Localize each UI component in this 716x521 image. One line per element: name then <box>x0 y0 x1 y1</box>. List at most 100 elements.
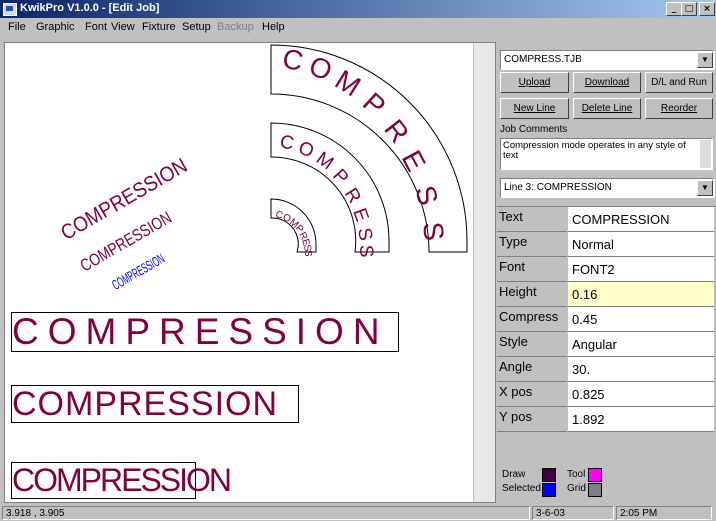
prop-key: Text <box>497 207 567 232</box>
prop-value[interactable]: COMPRESSION <box>568 207 714 232</box>
job-comments-field[interactable]: Compression mode operates in any style o… <box>500 138 713 170</box>
prop-value[interactable]: FONT2 <box>568 257 714 282</box>
arc-text-mid-8: S <box>355 244 376 257</box>
boxed-text-1[interactable]: COMPRESSION <box>11 312 399 352</box>
prop-key: Compress <box>497 307 567 332</box>
boxed-text-3[interactable]: COMPRESSION <box>11 462 232 499</box>
menu-view[interactable]: View <box>111 21 135 33</box>
arc-text-large-6: E <box>396 145 432 176</box>
prop-row-compress[interactable]: Compress 0.45 <box>497 307 714 332</box>
app-icon[interactable] <box>3 3 17 16</box>
menu-backup: Backup <box>217 21 254 33</box>
job-panel: COMPRESS.TJB ▼ Upload Download D/L and R… <box>497 46 716 506</box>
prop-value[interactable]: 0.45 <box>568 307 714 332</box>
arc-text-large-4: P <box>357 86 392 122</box>
canvas-scrollbar[interactable] <box>473 43 495 502</box>
job-comments-text: Compression mode operates in any style o… <box>503 140 686 161</box>
dl-run-label: D/L and Run <box>651 77 707 88</box>
status-bar: 3.918 , 3.905 3-6-03 2:05 PM <box>0 505 716 521</box>
properties-grid: Text COMPRESSION Type Normal Font FONT2 … <box>497 206 716 432</box>
minimize-button[interactable]: _ <box>666 2 682 16</box>
prop-value[interactable]: 1.892 <box>568 407 714 432</box>
arc-text-mid-2: O <box>295 137 317 162</box>
prop-key: Y pos <box>497 407 567 432</box>
menu-setup[interactable]: Setup <box>182 21 211 33</box>
menu-bar: File Graphic Font View Fixture Setup Bac… <box>0 18 716 38</box>
arc-text-mid-5: R <box>340 185 365 208</box>
prop-row-font[interactable]: Font FONT2 <box>497 257 714 282</box>
draw-color-swatch[interactable] <box>542 468 556 482</box>
menu-graphic[interactable]: Graphic <box>36 21 75 33</box>
prop-key: Font <box>497 257 567 282</box>
chevron-down-icon[interactable]: ▼ <box>697 52 713 68</box>
arc-text-mid-3: M <box>312 148 337 174</box>
prop-key: Type <box>497 232 567 257</box>
dl-run-button[interactable]: D/L and Run <box>645 72 713 93</box>
arc-text-large-2: O <box>305 50 337 87</box>
arc-text-mid-4: P <box>328 165 352 188</box>
upload-button[interactable]: Upload <box>500 72 569 93</box>
title-bar: KwikPro V1.0.0 - [Edit Job] _ □ × <box>0 0 716 18</box>
arc-text-mid-7: S <box>353 226 376 242</box>
prop-value[interactable]: Normal <box>568 232 714 257</box>
window-title: KwikPro V1.0.0 - [Edit Job] <box>20 2 160 14</box>
arc-text-large-8: S <box>417 220 450 242</box>
status-time: 2:05 PM <box>616 506 712 520</box>
line-combo[interactable]: Line 3: COMPRESSION ▼ <box>500 178 715 198</box>
maximize-button[interactable]: □ <box>681 2 697 16</box>
delete-line-label: Delete Line <box>581 103 633 114</box>
menu-font[interactable]: Font <box>85 21 107 33</box>
prop-key: X pos <box>497 382 567 407</box>
drawing-canvas[interactable]: COMPRESSION COMPRESSION COMPRESSION C O … <box>4 42 496 503</box>
arc-text-large-1: C <box>280 43 306 77</box>
chevron-down-icon[interactable]: ▼ <box>697 180 713 196</box>
menu-file[interactable]: File <box>8 21 26 33</box>
download-button[interactable]: Download <box>573 72 641 93</box>
prop-row-ypos[interactable]: Y pos 1.892 <box>497 407 714 432</box>
arc-text-small-8: S <box>302 250 313 257</box>
legend-draw-label: Draw <box>502 469 526 480</box>
menu-help[interactable]: Help <box>262 21 285 33</box>
prop-value[interactable]: Angular <box>568 332 714 357</box>
arc-text-mid-1: C <box>278 131 296 154</box>
prop-key: Height <box>497 282 567 307</box>
color-legend: Draw Selected Tool Grid <box>497 452 716 504</box>
close-button[interactable]: × <box>699 2 715 16</box>
tool-color-swatch[interactable] <box>588 468 602 482</box>
new-line-button[interactable]: New Line <box>500 98 569 119</box>
upload-label: Upload <box>518 77 551 88</box>
prop-value[interactable]: 30. <box>568 357 714 382</box>
grid-color-swatch[interactable] <box>588 483 602 497</box>
prop-value[interactable]: 0.16 <box>568 282 714 307</box>
new-line-label: New Line <box>513 103 556 114</box>
delete-line-button[interactable]: Delete Line <box>573 98 641 119</box>
selected-color-swatch[interactable] <box>542 483 556 497</box>
reorder-label: Reorder <box>660 103 698 114</box>
arc-graphics: C O M P R E S S C O M P R E S S C O M P … <box>270 43 468 258</box>
menu-fixture[interactable]: Fixture <box>142 21 176 33</box>
prop-row-angle[interactable]: Angle 30. <box>497 357 714 382</box>
prop-row-type[interactable]: Type Normal <box>497 232 714 257</box>
prop-key: Style <box>497 332 567 357</box>
boxed-text-2[interactable]: COMPRESSION <box>11 385 299 423</box>
legend-grid-label: Grid <box>567 483 586 494</box>
status-date: 3-6-03 <box>532 506 614 520</box>
prop-row-style[interactable]: Style Angular <box>497 332 714 357</box>
download-label: Download <box>584 77 630 88</box>
prop-row-text[interactable]: Text COMPRESSION <box>497 207 714 232</box>
reorder-button[interactable]: Reorder <box>645 98 713 119</box>
file-combo-value: COMPRESS.TJB <box>504 54 582 65</box>
prop-value[interactable]: 0.825 <box>568 382 714 407</box>
legend-selected-label: Selected <box>502 483 541 494</box>
arc-text-large-3: M <box>330 64 366 103</box>
prop-row-height[interactable]: Height 0.16 <box>497 282 714 307</box>
prop-key: Angle <box>497 357 567 382</box>
line-combo-value: Line 3: COMPRESSION <box>504 182 612 193</box>
arc-text-large-5: R <box>378 114 415 149</box>
status-coords: 3.918 , 3.905 <box>2 506 530 520</box>
legend-tool-label: Tool <box>567 469 586 480</box>
job-comments-label: Job Comments <box>500 124 568 135</box>
comments-scrollbar[interactable] <box>700 140 711 168</box>
file-combo[interactable]: COMPRESS.TJB ▼ <box>500 50 715 70</box>
prop-row-xpos[interactable]: X pos 0.825 <box>497 382 714 407</box>
